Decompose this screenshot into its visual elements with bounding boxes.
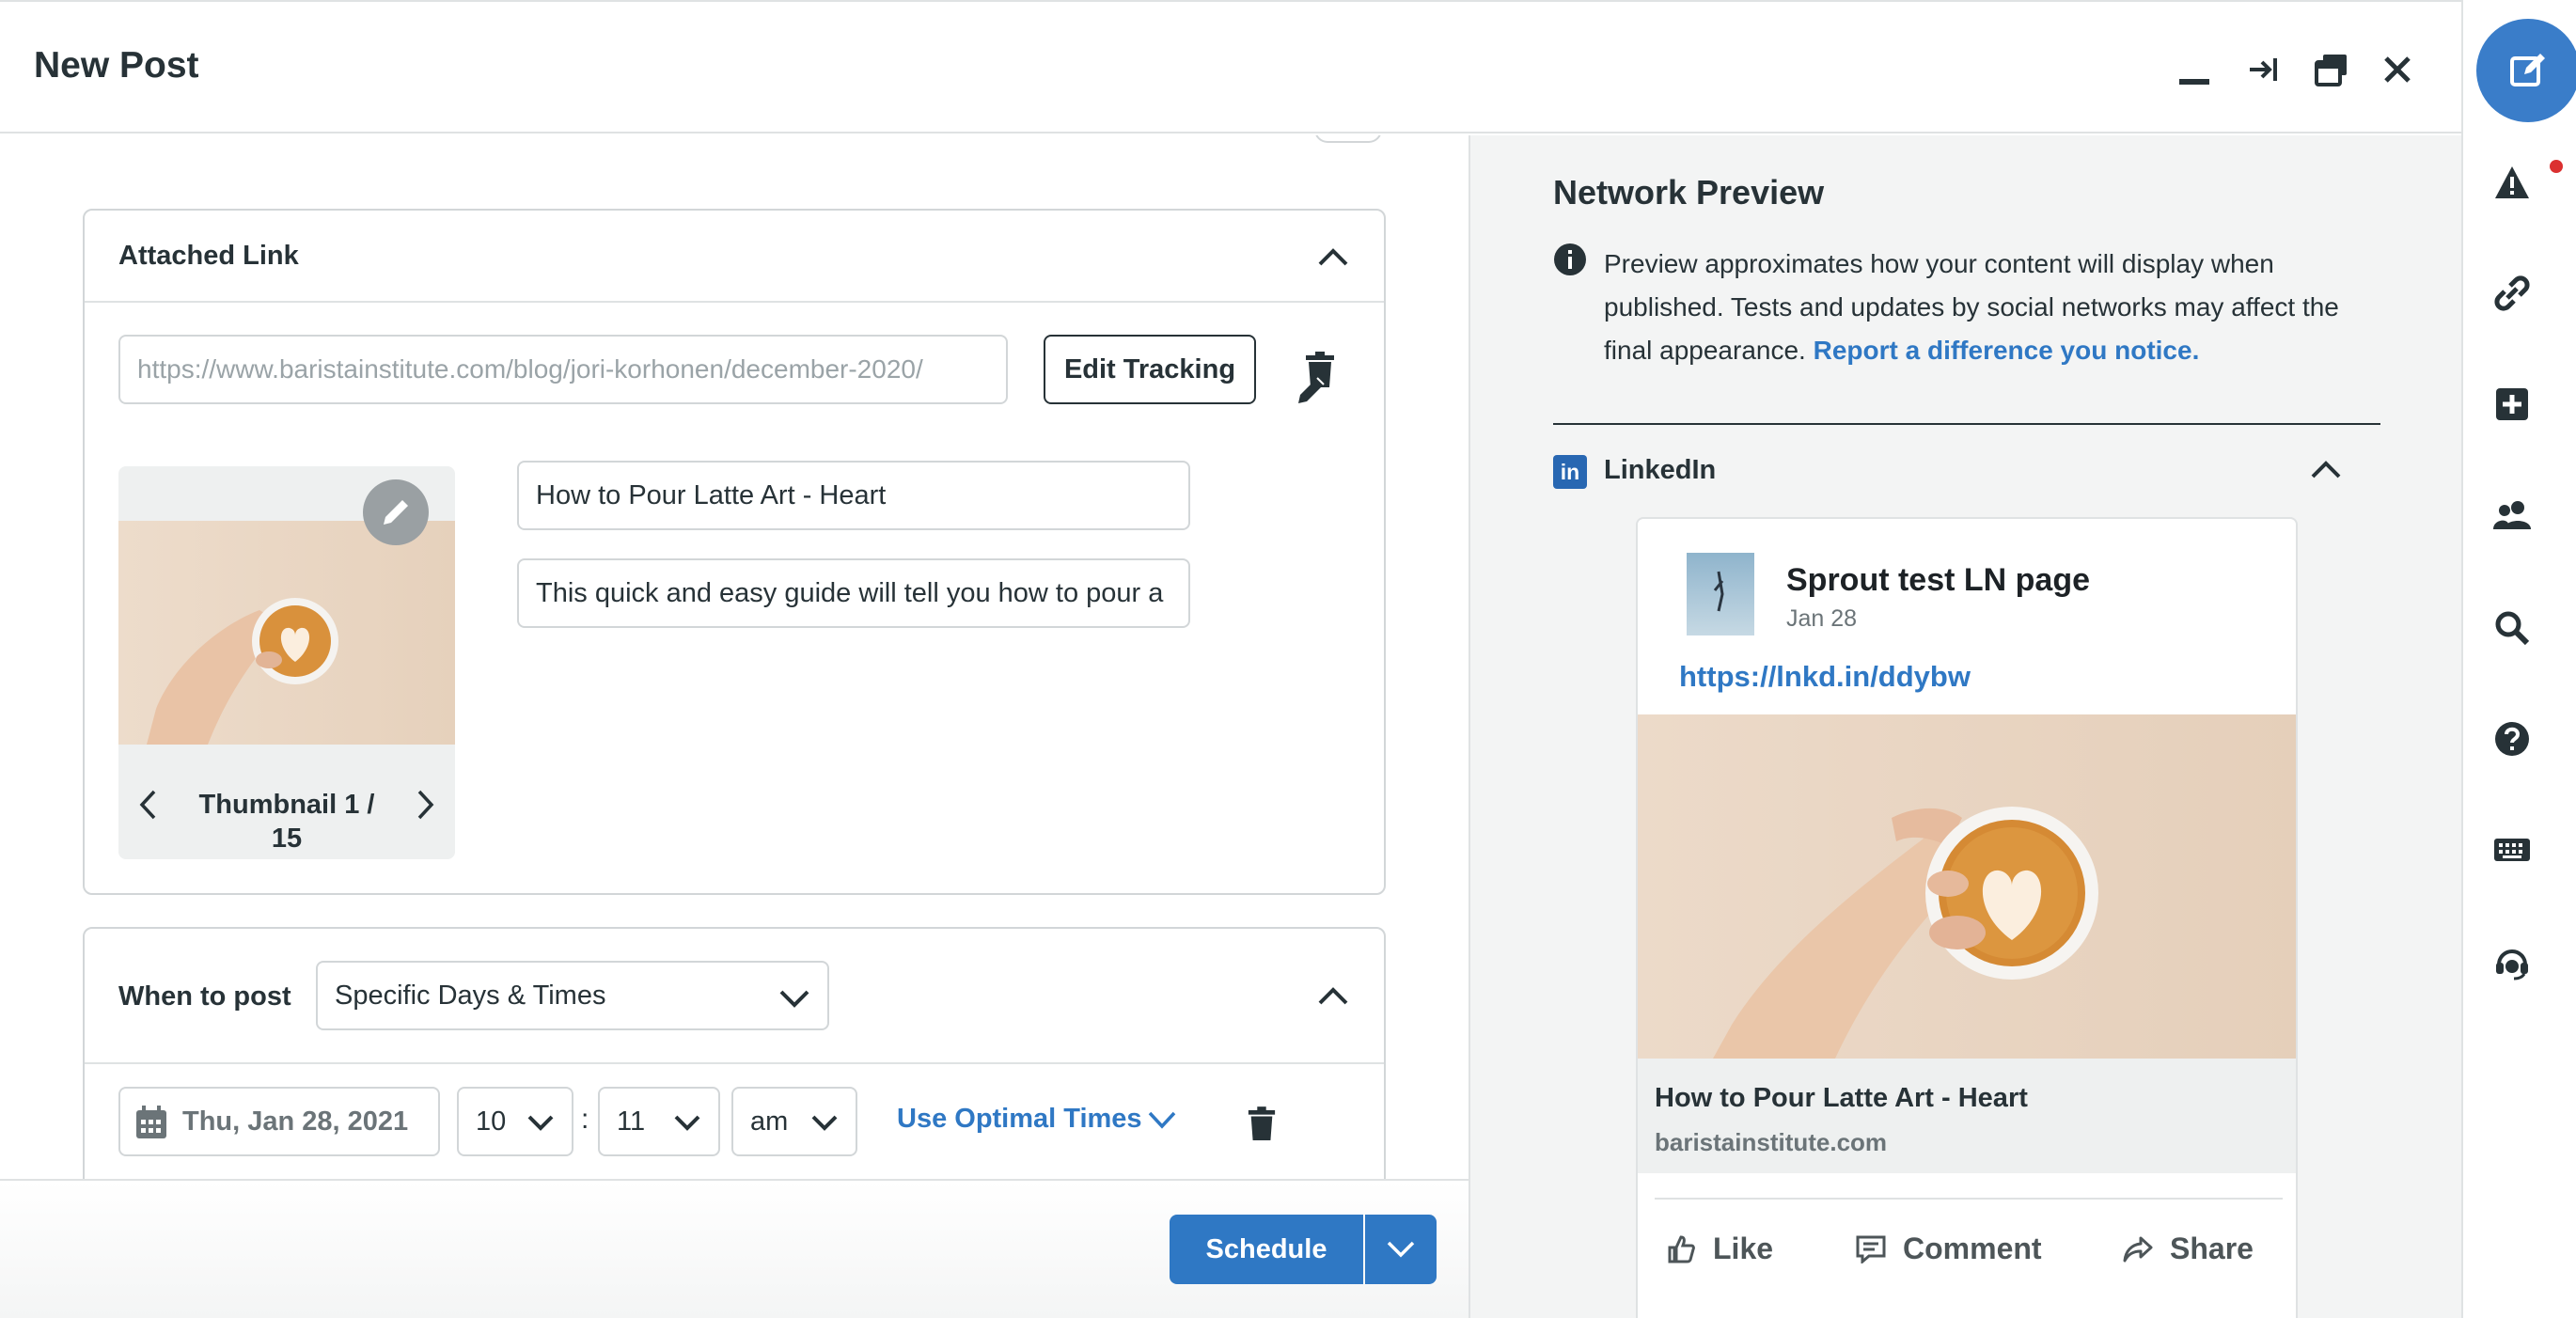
link-preview-title: How to Pour Latte Art - Heart <box>1655 1083 2028 1113</box>
thumbnail-picker: Thumbnail 1 / 15 <box>118 466 455 859</box>
link-preview-domain: baristainstitute.com <box>1655 1128 1888 1156</box>
compose-button[interactable] <box>2476 19 2576 122</box>
chevron-down-icon <box>811 1115 838 1131</box>
collapse-icon[interactable] <box>2243 49 2285 90</box>
alert-dot <box>2550 160 2563 173</box>
comment-action[interactable]: Comment <box>1856 1232 2042 1266</box>
chevron-up-icon[interactable] <box>2307 451 2345 489</box>
comment-label: Comment <box>1903 1232 2042 1265</box>
link-url-input[interactable]: https://www.baristainstitute.com/blog/jo… <box>118 335 1008 404</box>
ampm-select[interactable]: am <box>731 1087 857 1156</box>
date-value: Thu, Jan 28, 2021 <box>182 1106 409 1137</box>
page-avatar <box>1687 553 1754 635</box>
thumbnail-counter: Thumbnail 1 / 15 <box>198 790 375 854</box>
chevron-up-icon[interactable] <box>1314 978 1352 1015</box>
users-icon[interactable] <box>2491 494 2533 536</box>
thumbnail-image <box>118 521 455 745</box>
pencil-icon <box>384 500 408 525</box>
footer: Schedule <box>0 1179 1469 1318</box>
page-title: New Post <box>34 45 199 86</box>
chevron-down-icon <box>527 1115 554 1131</box>
use-optimal-times-link[interactable]: Use Optimal Times <box>897 1104 1176 1135</box>
link-preview-meta: How to Pour Latte Art - Heart baristains… <box>1638 1059 2296 1173</box>
help-icon[interactable] <box>2491 718 2533 760</box>
minute-value: 11 <box>617 1106 646 1137</box>
right-rail <box>2461 0 2576 1318</box>
post-mode-value: Specific Days & Times <box>335 980 606 1011</box>
when-to-post-label: When to post <box>118 981 291 1012</box>
post-short-url[interactable]: https://lnkd.in/ddybw <box>1679 660 1971 694</box>
thumbnail-prev-icon[interactable] <box>130 786 167 824</box>
network-preview-title: Network Preview <box>1553 173 1825 212</box>
link-description-input[interactable]: This quick and easy guide will tell you … <box>517 558 1190 628</box>
header: New Post <box>0 0 2461 133</box>
edit-link-pencil-icon[interactable] <box>1296 370 1337 412</box>
network-label: LinkedIn <box>1604 455 1717 485</box>
add-icon[interactable] <box>2491 384 2533 425</box>
popout-icon[interactable] <box>2311 49 2352 90</box>
ampm-value: am <box>750 1106 789 1137</box>
divider <box>1655 1198 2283 1200</box>
schedule-options-button[interactable] <box>1365 1215 1437 1284</box>
when-to-post-header: When to post Specific Days & Times <box>85 929 1384 1064</box>
comment-icon <box>1856 1235 1886 1263</box>
page-name: Sprout test LN page <box>1786 562 2091 598</box>
minimize-icon[interactable] <box>2174 49 2215 90</box>
support-icon[interactable] <box>2491 942 2533 983</box>
link-icon[interactable] <box>2491 273 2533 314</box>
search-icon[interactable] <box>2491 607 2533 649</box>
attached-link-header[interactable]: Attached Link <box>85 211 1384 303</box>
share-action[interactable]: Share <box>2123 1232 2254 1266</box>
report-difference-link[interactable]: Report a difference you notice. <box>1814 336 2200 365</box>
preview-disclaimer: Preview approximates how your content wi… <box>1604 243 2365 372</box>
network-preview-pane: Network Preview Preview approximates how… <box>1469 135 2461 1318</box>
trash-icon[interactable] <box>1243 1104 1280 1145</box>
hour-value: 10 <box>476 1106 507 1137</box>
alert-icon[interactable] <box>2491 162 2533 203</box>
post-mode-select[interactable]: Specific Days & Times <box>316 961 829 1030</box>
optimal-times-label: Use Optimal Times <box>897 1104 1142 1134</box>
edit-thumbnail-button[interactable] <box>363 479 429 545</box>
linkedin-post-preview: Sprout test LN page Jan 28 https://lnkd.… <box>1636 517 2298 1318</box>
hour-select[interactable]: 10 <box>457 1087 573 1156</box>
like-label: Like <box>1713 1232 1774 1265</box>
date-picker[interactable]: Thu, Jan 28, 2021 <box>118 1087 440 1156</box>
share-icon <box>2123 1236 2153 1262</box>
chevron-up-icon[interactable] <box>1314 239 1352 276</box>
keyboard-icon[interactable] <box>2491 829 2533 871</box>
compose-icon <box>2510 54 2545 86</box>
chevron-down-icon <box>1148 1111 1175 1129</box>
post-date: Jan 28 <box>1786 605 1858 632</box>
link-title-input[interactable]: How to Pour Latte Art - Heart <box>517 461 1190 530</box>
share-label: Share <box>2170 1232 2254 1265</box>
time-separator: : <box>581 1104 589 1135</box>
previous-section-edge <box>1314 135 1382 143</box>
schedule-button[interactable]: Schedule <box>1170 1215 1363 1284</box>
attached-link-title: Attached Link <box>118 241 299 271</box>
linkedin-icon: in <box>1553 455 1587 489</box>
calendar-icon <box>136 1106 166 1138</box>
composer-pane: Attached Link https://www.baristainstitu… <box>0 135 1469 1179</box>
link-preview-image <box>1638 714 2296 1059</box>
thumbnail-next-icon[interactable] <box>406 786 444 824</box>
thumbs-up-icon <box>1668 1234 1695 1263</box>
chevron-down-icon <box>1387 1241 1415 1258</box>
chevron-down-icon <box>779 990 809 1008</box>
edit-tracking-button[interactable]: Edit Tracking <box>1044 335 1256 404</box>
divider <box>1553 423 2380 425</box>
when-to-post-card: When to post Specific Days & Times Thu, … <box>83 927 1386 1179</box>
info-icon <box>1554 243 1586 275</box>
attached-link-card: Attached Link https://www.baristainstitu… <box>83 209 1386 895</box>
like-action[interactable]: Like <box>1666 1232 1773 1266</box>
close-icon[interactable] <box>2377 49 2418 90</box>
chevron-down-icon <box>674 1115 700 1131</box>
minute-select[interactable]: 11 <box>598 1087 720 1156</box>
